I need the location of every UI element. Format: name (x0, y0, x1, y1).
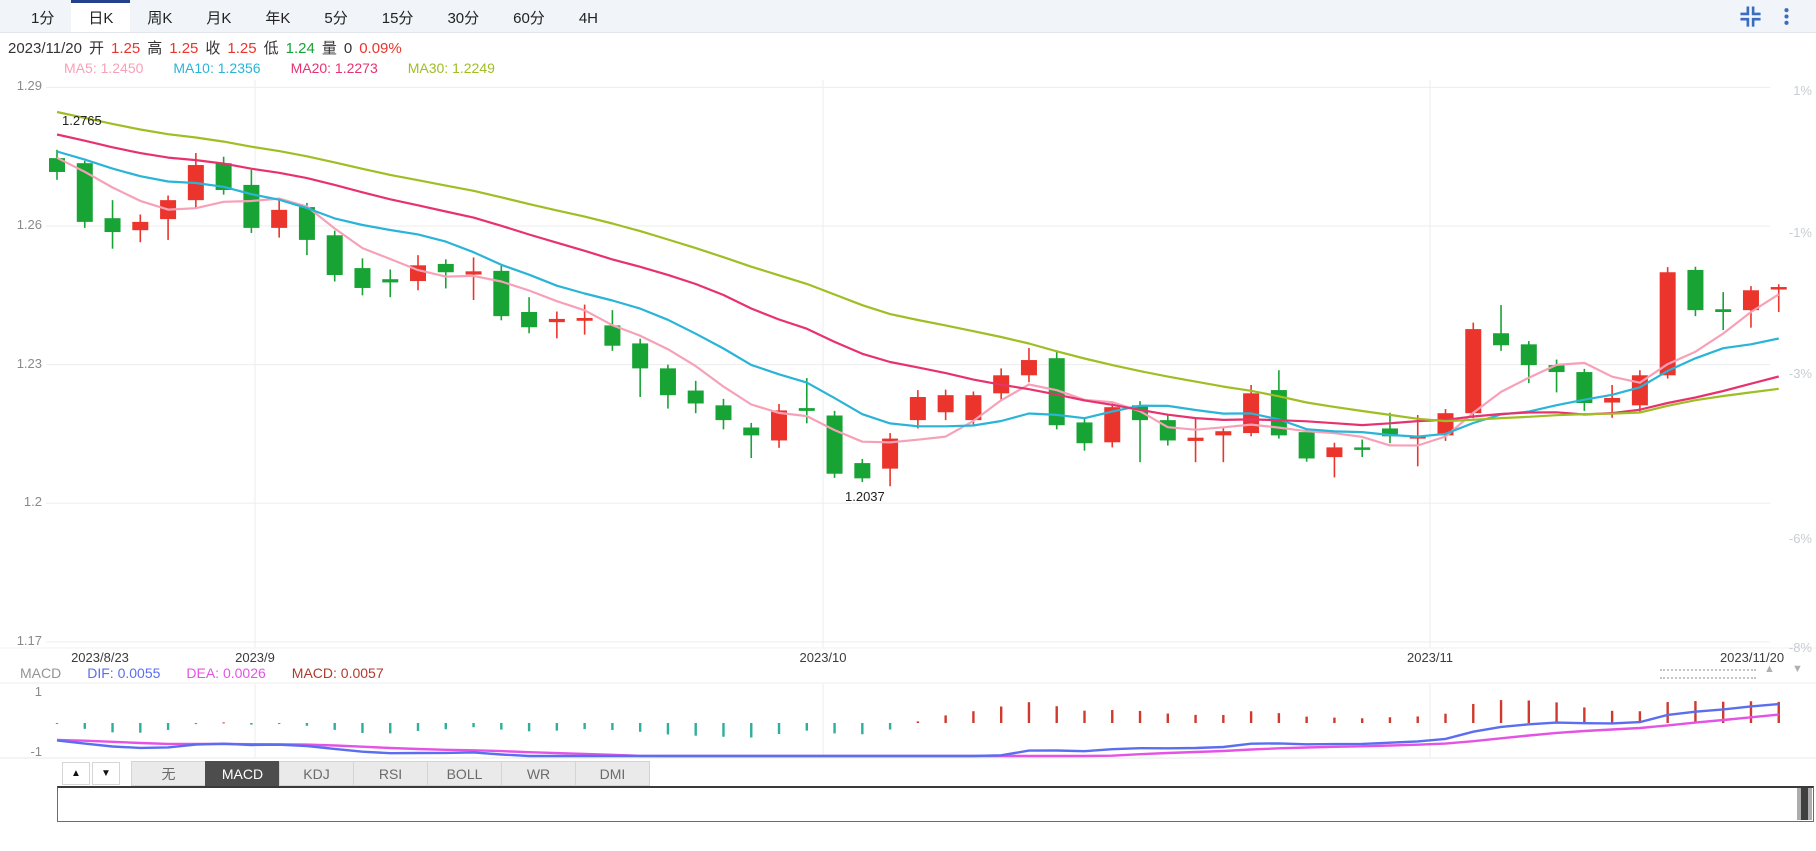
ohlc-info-segment: 低 (263, 40, 279, 57)
pane-up-button[interactable]: ▲ (62, 762, 90, 785)
price-axis-label: 1.26 (16, 217, 42, 233)
date-axis-label: 2023/11 (1406, 650, 1454, 665)
ohlc-info-segment: 开 (88, 40, 104, 57)
indicator-tab[interactable]: 无 (131, 761, 206, 786)
period-tab[interactable]: 30分 (430, 0, 496, 32)
date-axis-label: 2023/9 (235, 650, 275, 665)
chart-application: 1分 日K 周K 月K 年K 5分 15分 30分 60分 4H 2023/11/20 开 1.25 高… (0, 0, 1816, 851)
period-tab[interactable]: 日K (71, 0, 131, 32)
ohlc-info-segment: 0 (343, 40, 353, 57)
indicator-tab[interactable]: WR (501, 761, 576, 786)
period-tab[interactable]: 月K (189, 0, 248, 32)
candlestick-chart[interactable] (0, 0, 1816, 851)
macd-value-label: DIF: 0.0055 (87, 665, 161, 681)
collapse-icon[interactable] (1740, 5, 1761, 27)
date-axis-label: 2023/10 (799, 650, 847, 665)
indicator-tab[interactable]: KDJ (279, 761, 354, 786)
ohlc-info-segment: 2023/11/20 (8, 40, 82, 57)
timeline-minimap-frame[interactable] (57, 786, 1814, 822)
price-annotation: 1.2765 (62, 113, 102, 128)
ohlc-info-segment: 0.09% (359, 40, 402, 57)
price-axis-label: 1.2 (23, 494, 42, 510)
price-axis-label: 1.29 (16, 78, 42, 94)
indicator-tab[interactable]: DMI (575, 761, 650, 786)
ohlc-info-segment: 收 (205, 40, 221, 57)
pane-collapse-down-button[interactable]: ▼ (1792, 663, 1803, 675)
price-annotation: 1.2037 (845, 489, 885, 504)
period-tab[interactable]: 1分 (14, 0, 71, 32)
indicator-tabbar: 无 MACD KDJ RSI BOLL WR DMI (131, 761, 650, 786)
percent-axis-label: -3% (1788, 366, 1812, 381)
ohlc-info-segment: 1.25 (227, 40, 257, 57)
percent-axis-label: 1% (1793, 83, 1812, 98)
period-tab[interactable]: 60分 (496, 0, 562, 32)
ohlc-info-segment: 高 (147, 40, 163, 57)
tabbar-icons (1740, 0, 1816, 32)
period-tabbar: 1分 日K 周K 月K 年K 5分 15分 30分 60分 4H (0, 0, 1816, 33)
macd-axis-label: 1 (34, 684, 42, 699)
kebab-menu-icon[interactable] (1777, 7, 1796, 26)
date-axis-label: 2023/8/23 (71, 650, 129, 665)
ma-value-label: MA10: 1.2356 (173, 60, 261, 76)
period-tab[interactable]: 周K (130, 0, 189, 32)
ma-value-label: MA5: 1.2450 (64, 60, 144, 76)
ma-value-label: MA20: 1.2273 (290, 60, 378, 76)
pane-resize-handle[interactable] (1660, 669, 1756, 679)
ohlc-info-segment: 1.25 (169, 40, 199, 57)
percent-axis-label: -1% (1788, 225, 1812, 240)
ohlc-info-segment: 1.24 (285, 40, 315, 57)
indicator-tab[interactable]: MACD (205, 761, 280, 786)
ma-value-label: MA30: 1.2249 (407, 60, 495, 76)
ma-values-bar: MA5: 1.2450 MA10: 1.2356 MA20: 1.2273 MA30:… (64, 60, 525, 78)
ohlc-info-bar: 2023/11/20 开 1.25 高 1.25 收 1.25 低 1.24 量 0 0.09% (8, 37, 409, 57)
price-axis-label: 1.17 (16, 632, 42, 648)
indicator-tab[interactable]: RSI (353, 761, 428, 786)
pane-collapse-up-button[interactable]: ▲ (1764, 663, 1775, 675)
macd-axis-label: -1 (30, 744, 42, 759)
period-tab[interactable]: 5分 (307, 0, 364, 32)
macd-value-label: MACD (20, 665, 62, 681)
ohlc-info-segment: 量 (321, 40, 337, 57)
period-tab[interactable]: 4H (562, 0, 615, 32)
ohlc-info-segment: 1.25 (110, 40, 141, 57)
indicator-tab[interactable]: BOLL (427, 761, 502, 786)
pane-down-button[interactable]: ▼ (92, 762, 120, 785)
period-tab[interactable]: 年K (248, 0, 307, 32)
timeline-range-slider[interactable] (1797, 788, 1812, 820)
price-axis-label: 1.23 (16, 355, 42, 371)
percent-axis-label: -6% (1788, 531, 1812, 546)
macd-values-bar: MACD DIF: 0.0055 DEA: 0.0026 MACD: 0.0057 (20, 665, 410, 683)
period-tab[interactable]: 15分 (365, 0, 431, 32)
macd-value-label: MACD: 0.0057 (291, 665, 384, 681)
macd-value-label: DEA: 0.0026 (186, 665, 266, 681)
